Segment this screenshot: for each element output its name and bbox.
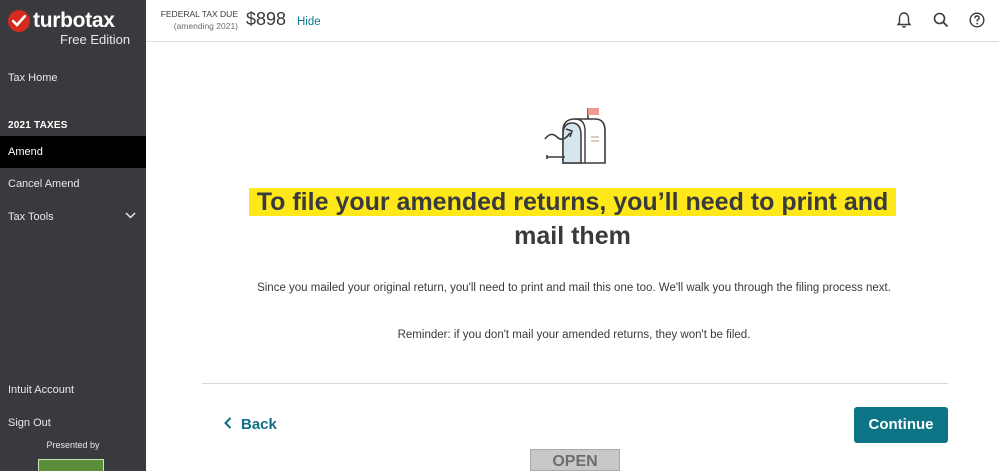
search-icon[interactable] (932, 11, 950, 29)
brand-name: turbotax (33, 9, 115, 32)
open-badge[interactable]: OPEN (530, 449, 620, 471)
page-title-line1: To file your amended returns, you’ll nee… (248, 188, 897, 216)
sidebar: turbotax Free Edition Tax Home 2021 TAXE… (0, 0, 146, 471)
reminder-text: Reminder: if you don't mail your amended… (397, 329, 751, 341)
sidebar-item-cancel-amend[interactable]: Cancel Amend (0, 168, 146, 200)
header-bar: FEDERAL TAX DUE (amending 2021) $898 Hid… (146, 0, 999, 42)
page-title: To file your amended returns, you’ll nee… (146, 185, 999, 253)
page-title-line2: mail them (514, 222, 631, 250)
hide-link[interactable]: Hide (297, 16, 321, 28)
tax-due-label: FEDERAL TAX DUE (amending 2021) (160, 8, 238, 32)
tax-due-subtitle: (amending 2021) (173, 21, 238, 31)
body-text: Since you mailed your original return, y… (257, 282, 891, 294)
continue-button[interactable]: Continue (854, 407, 948, 443)
chevron-down-icon (125, 212, 136, 219)
brand-edition: Free Edition (60, 32, 131, 47)
mailbox-icon (544, 108, 606, 164)
sidebar-item-tax-tools[interactable]: Tax Tools (0, 201, 146, 233)
tax-due-title: FEDERAL TAX DUE (160, 9, 238, 19)
presented-by-label: Presented by (46, 440, 100, 450)
help-icon[interactable] (968, 11, 986, 29)
back-button-label: Back (241, 416, 277, 433)
divider (202, 383, 948, 384)
main-content: To file your amended returns, you’ll nee… (146, 43, 999, 471)
tax-due-amount: $898 (246, 9, 287, 29)
turbotax-logo[interactable]: turbotax Free Edition (8, 9, 138, 50)
bell-icon[interactable] (895, 11, 913, 29)
sidebar-item-tax-home[interactable]: Tax Home (0, 62, 146, 94)
chevron-left-icon (224, 417, 232, 429)
sidebar-item-intuit-account[interactable]: Intuit Account (0, 374, 146, 406)
sidebar-item-label: Tax Tools (8, 211, 54, 223)
app-window: turbotax Free Edition Tax Home 2021 TAXE… (0, 0, 999, 471)
sidebar-item-amend[interactable]: Amend (0, 136, 146, 168)
back-button[interactable]: Back (224, 415, 277, 435)
sponsor-logo (38, 459, 104, 471)
sidebar-section-heading: 2021 TAXES (8, 120, 68, 131)
sidebar-item-sign-out[interactable]: Sign Out (0, 407, 146, 439)
checkmark-icon (8, 10, 30, 32)
